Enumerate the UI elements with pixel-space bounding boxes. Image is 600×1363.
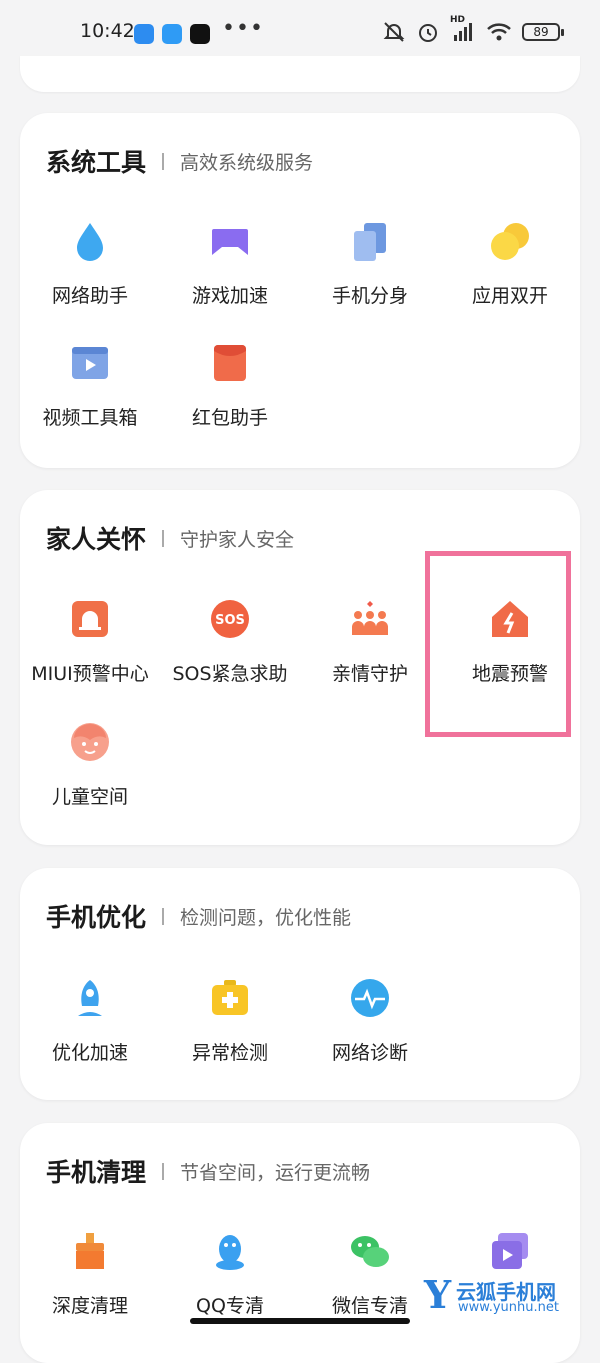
home-indicator[interactable] xyxy=(190,1318,410,1324)
wifi-icon xyxy=(487,23,511,41)
tool-dual-phone[interactable]: 手机分身 xyxy=(300,219,440,308)
tool-label: 异常检测 xyxy=(191,1042,268,1064)
signal-icon: HD xyxy=(450,15,476,43)
tool-label: 视频工具箱 xyxy=(42,407,138,429)
tool-deep-clean[interactable]: 深度清理 xyxy=(20,1229,160,1318)
tool-label: SOS紧急求助 xyxy=(172,663,288,685)
tool-dual-apps[interactable]: 应用双开 xyxy=(440,219,580,308)
tool-label: 手机分身 xyxy=(331,285,408,307)
svg-text:SOS: SOS xyxy=(215,613,245,628)
tool-red-envelope[interactable]: 红包助手 xyxy=(160,341,300,430)
app-send-icon xyxy=(162,24,182,44)
section-phone-cleanup: 手机清理 节省空间，运行更流畅 深度清理 QQ专清 微信专清 xyxy=(20,1123,580,1363)
tool-label: QQ专清 xyxy=(196,1295,264,1317)
tool-label: 深度清理 xyxy=(51,1295,128,1317)
battery-level: 89 xyxy=(533,25,549,39)
section-title: 系统工具 xyxy=(46,148,147,177)
section-subtitle: 高效系统级服务 xyxy=(180,151,314,174)
section-title: 家人关怀 xyxy=(46,525,147,554)
video-clean-icon xyxy=(488,1229,532,1273)
section-system-tools: 系统工具 高效系统级服务 网络助手 游戏加速 手机分身 应用双开 视频工具箱 红… xyxy=(20,113,580,468)
alert-bell-icon xyxy=(68,597,112,641)
title-divider xyxy=(162,907,165,925)
tool-label: 红包助手 xyxy=(191,407,268,429)
pulse-icon xyxy=(348,976,392,1020)
water-drop-icon xyxy=(68,219,112,263)
tool-label: 网络助手 xyxy=(51,285,128,307)
tool-network-diagnosis[interactable]: 网络诊断 xyxy=(300,976,440,1065)
title-divider xyxy=(162,1162,165,1180)
tool-label: 游戏加速 xyxy=(191,285,268,307)
watermark-letter: Y xyxy=(424,1272,452,1317)
tool-qq-clean[interactable]: QQ专清 xyxy=(160,1229,300,1318)
tool-label: 应用双开 xyxy=(471,285,548,307)
section-header: 手机清理 节省空间，运行更流畅 xyxy=(46,1153,370,1189)
tool-wechat-clean[interactable]: 微信专清 xyxy=(300,1229,440,1318)
title-divider xyxy=(162,152,165,170)
sos-icon: SOS xyxy=(208,597,252,641)
section-header: 系统工具 高效系统级服务 xyxy=(46,143,313,179)
tool-miui-alert-center[interactable]: MIUI预警中心 xyxy=(20,597,160,686)
title-divider xyxy=(162,529,165,547)
tool-network-assistant[interactable]: 网络助手 xyxy=(20,219,160,308)
mute-icon xyxy=(383,22,405,42)
section-subtitle: 守护家人安全 xyxy=(180,528,295,551)
gamepad-icon xyxy=(208,219,252,263)
section-subtitle: 检测问题，优化性能 xyxy=(180,906,352,929)
qq-icon xyxy=(208,1229,252,1273)
rocket-icon xyxy=(68,976,112,1020)
watermark-logo: Y 云狐手机网 www.yunhu.net xyxy=(424,1272,600,1320)
tool-video-clean[interactable] xyxy=(440,1229,580,1273)
watermark-url: www.yunhu.net xyxy=(458,1300,559,1315)
tool-family-guard[interactable]: 亲情守护 xyxy=(300,597,440,686)
section-phone-optimization: 手机优化 检测问题，优化性能 优化加速 异常检测 网络诊断 xyxy=(20,868,580,1100)
tool-game-boost[interactable]: 游戏加速 xyxy=(160,219,300,308)
tool-label: 微信专清 xyxy=(331,1295,408,1317)
status-time: 10:42 xyxy=(80,20,135,42)
app-k-icon xyxy=(134,24,154,44)
status-right: HD 89 xyxy=(382,15,564,44)
medkit-icon xyxy=(208,976,252,1020)
tool-video-toolbox[interactable]: 视频工具箱 xyxy=(20,341,160,430)
earthquake-highlight-box xyxy=(425,551,571,737)
dual-phone-icon xyxy=(348,219,392,263)
tool-kids-space[interactable]: 儿童空间 xyxy=(20,720,160,809)
tool-label: 儿童空间 xyxy=(51,786,128,808)
section-title: 手机清理 xyxy=(46,1158,147,1187)
dual-coins-icon xyxy=(488,219,532,263)
section-header: 手机优化 检测问题，优化性能 xyxy=(46,898,351,934)
section-header: 家人关怀 守护家人安全 xyxy=(46,520,294,556)
family-icon xyxy=(348,597,392,641)
tiktok-icon xyxy=(190,24,210,44)
video-toolbox-icon xyxy=(68,341,112,385)
child-face-icon xyxy=(68,720,112,764)
tool-label: MIUI预警中心 xyxy=(31,663,149,685)
section-subtitle: 节省空间，运行更流畅 xyxy=(180,1161,371,1184)
previous-card-edge xyxy=(20,56,580,92)
tool-label: 网络诊断 xyxy=(331,1042,408,1064)
red-envelope-icon xyxy=(208,341,252,385)
tool-label: 亲情守护 xyxy=(331,663,408,685)
alarm-icon xyxy=(419,24,437,42)
more-notifications-icon: ••• xyxy=(222,16,264,41)
tool-anomaly-detection[interactable]: 异常检测 xyxy=(160,976,300,1065)
broom-icon xyxy=(68,1229,112,1273)
tool-label: 优化加速 xyxy=(51,1042,128,1064)
tool-optimize-boost[interactable]: 优化加速 xyxy=(20,976,160,1065)
battery-icon: 89 xyxy=(522,23,564,41)
tool-sos[interactable]: SOS SOS紧急求助 xyxy=(160,597,300,686)
wechat-icon xyxy=(348,1229,392,1273)
section-title: 手机优化 xyxy=(46,903,147,932)
